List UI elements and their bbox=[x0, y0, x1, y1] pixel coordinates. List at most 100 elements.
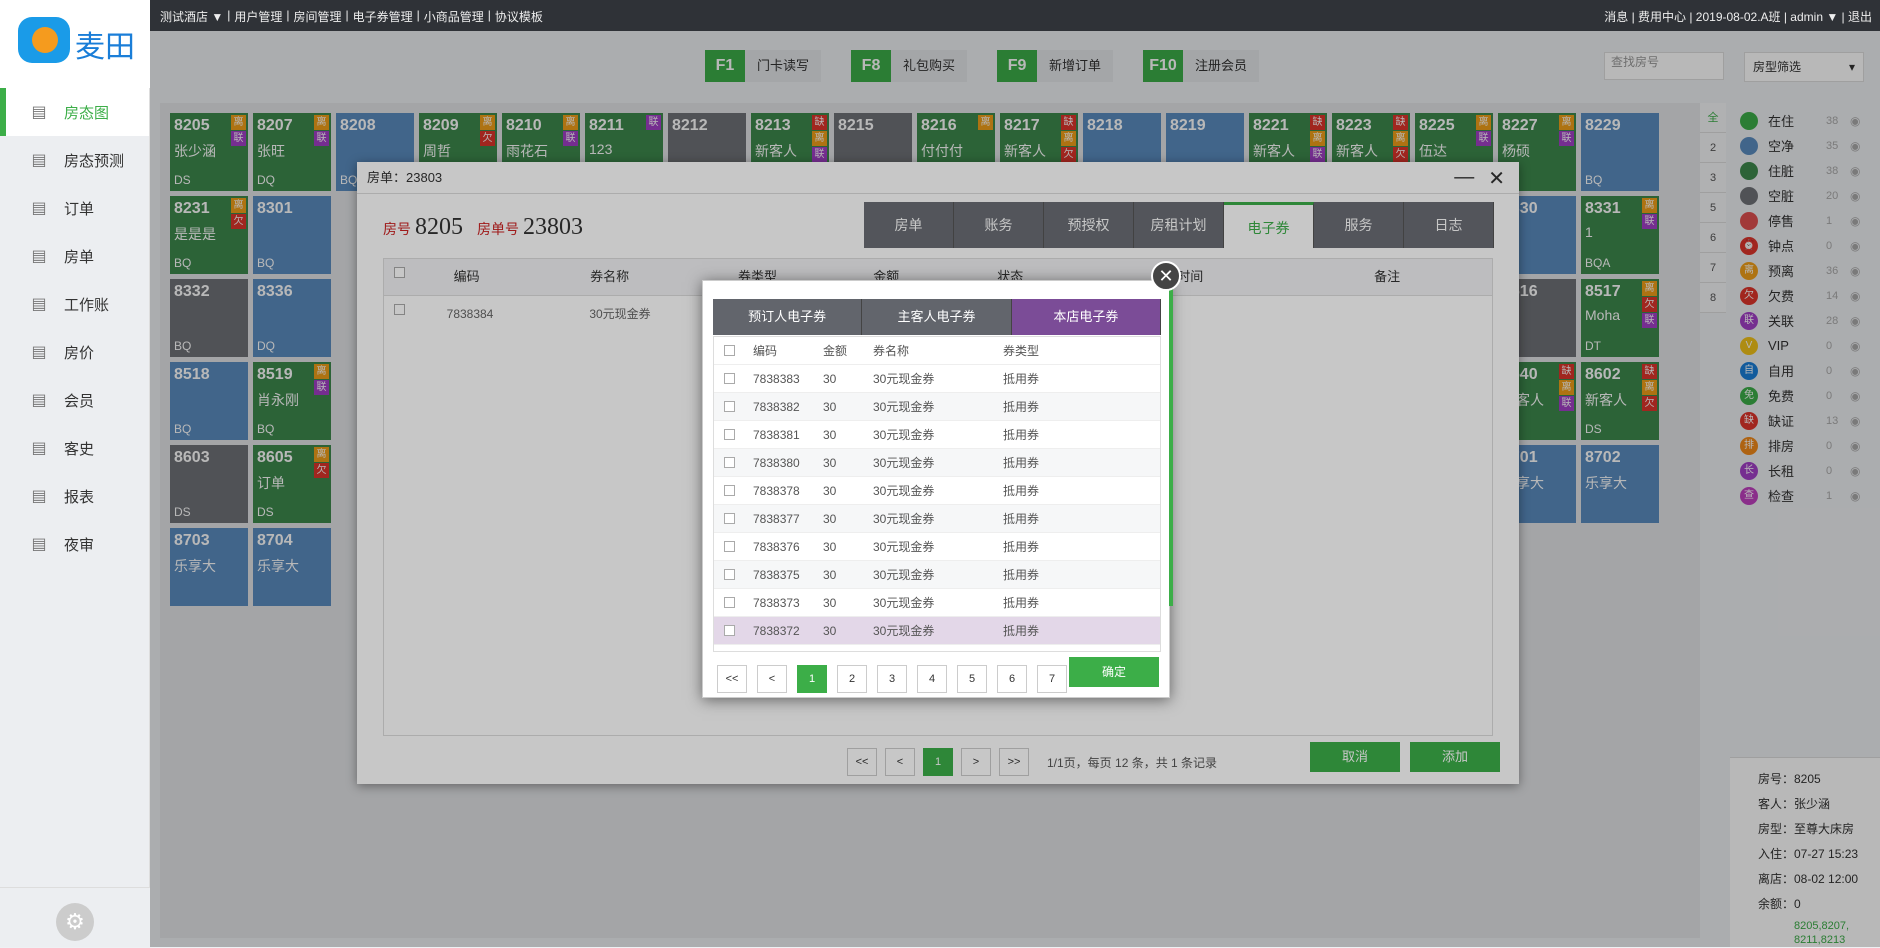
pager-button[interactable]: < bbox=[757, 665, 787, 693]
cell-amount: 30 bbox=[823, 568, 837, 582]
row-checkbox[interactable] bbox=[724, 429, 735, 440]
cell-amount: 30 bbox=[823, 372, 837, 386]
row-checkbox[interactable] bbox=[724, 485, 735, 496]
cell-name: 30元现金券 bbox=[873, 428, 935, 442]
row-checkbox[interactable] bbox=[724, 373, 735, 384]
voucher-row[interactable]: 7838380 30 30元现金券 抵用券 bbox=[714, 449, 1160, 477]
divider: | bbox=[227, 8, 231, 22]
sidebar-item-label: 会员 bbox=[64, 392, 95, 410]
cell-code: 7838372 bbox=[753, 624, 800, 638]
top-nav-item-3[interactable]: 电子券管理 bbox=[353, 8, 413, 25]
cell-name: 30元现金券 bbox=[873, 456, 935, 470]
sidebar-item-1[interactable]: ▤ 房态预测 bbox=[0, 136, 149, 184]
sidebar-item-3[interactable]: ▤ 房单 bbox=[0, 232, 149, 280]
sidebar-item-label: 工作账 bbox=[64, 296, 110, 314]
app-logo: 麦田 bbox=[0, 0, 150, 88]
pager-button[interactable]: 5 bbox=[957, 665, 987, 693]
pager-button[interactable]: 1 bbox=[797, 665, 827, 693]
voucher-row[interactable]: 7838373 30 30元现金券 抵用券 bbox=[714, 589, 1160, 617]
cell-name: 30元现金券 bbox=[873, 540, 935, 554]
top-nav-item-1[interactable]: 用户管理 bbox=[234, 8, 282, 25]
voucher-tab-2[interactable]: 本店电子券 bbox=[1011, 299, 1161, 335]
logo-icon bbox=[18, 17, 70, 63]
voucher-row[interactable]: 7838375 30 30元现金券 抵用券 bbox=[714, 561, 1160, 589]
voucher-pager: << <1 2 3 4 5 6 7 bbox=[717, 665, 1067, 693]
voucher-row[interactable]: 7838376 30 30元现金券 抵用券 bbox=[714, 533, 1160, 561]
pager-button[interactable]: 4 bbox=[917, 665, 947, 693]
cell-amount: 30 bbox=[823, 484, 837, 498]
top-bar: 测试酒店 ▼ | 用户管理 | 房间管理 | 电子券管理 | 小商品管理 | 协议模板 消息 | 费… bbox=[150, 0, 1880, 31]
cell-type: 抵用券 bbox=[1003, 456, 1040, 470]
cell-type: 抵用券 bbox=[1003, 624, 1040, 638]
cell-code: 7838381 bbox=[753, 428, 800, 442]
top-nav-item-0[interactable]: 测试酒店 ▼ bbox=[160, 8, 223, 25]
voucher-tab-0[interactable]: 预订人电子券 bbox=[713, 299, 863, 335]
divider: | bbox=[416, 8, 420, 22]
sidebar-item-7[interactable]: ▤ 客史 bbox=[0, 424, 149, 472]
cell-amount: 30 bbox=[823, 512, 837, 526]
voucher-row[interactable]: 7838378 30 30元现金券 抵用券 bbox=[714, 477, 1160, 505]
cell-code: 7838377 bbox=[753, 512, 800, 526]
sidebar-item-9[interactable]: ▤ 夜审 bbox=[0, 520, 149, 568]
logo-text: 麦田 bbox=[75, 30, 135, 65]
top-nav-item-5[interactable]: 协议模板 bbox=[495, 8, 543, 25]
cell-name: 30元现金券 bbox=[873, 624, 935, 638]
building-icon: ▤ bbox=[31, 104, 47, 121]
sidebar-footer: ⚙ bbox=[0, 887, 150, 947]
sidebar: ▤ 房态图 ▤ 房态预测 ▤ 订单 ▤ 房单 ▤ 工作账 ▤ 房价 ▤ 会员 ▤ 客史 ▤ 报表 ▤ 夜审 ⚙ bbox=[0, 88, 150, 947]
pager-button[interactable]: << bbox=[717, 665, 747, 693]
row-checkbox[interactable] bbox=[724, 597, 735, 608]
row-checkbox[interactable] bbox=[724, 401, 735, 412]
voucher-row[interactable]: 7838382 30 30元现金券 抵用券 bbox=[714, 393, 1160, 421]
sidebar-item-label: 订单 bbox=[64, 200, 95, 218]
voucher-tab-1[interactable]: 主客人电子券 bbox=[862, 299, 1012, 335]
cell-name: 30元现金券 bbox=[873, 372, 935, 386]
gear-icon[interactable]: ⚙ bbox=[56, 903, 94, 941]
cell-name: 30元现金券 bbox=[873, 568, 935, 582]
top-right-menu[interactable]: 消息 | 费用中心 | 2019-08-02.A班 | admin ▼ | 退出 bbox=[1604, 8, 1872, 25]
select-all-checkbox[interactable] bbox=[724, 345, 735, 356]
pager-button[interactable]: 3 bbox=[877, 665, 907, 693]
confirm-button[interactable]: 确定 bbox=[1069, 657, 1159, 687]
voucher-row[interactable]: 7838377 30 30元现金券 抵用券 bbox=[714, 505, 1160, 533]
top-nav-item-2[interactable]: 房间管理 bbox=[293, 8, 341, 25]
cell-amount: 30 bbox=[823, 428, 837, 442]
voucher-row[interactable]: 7838372 30 30元现金券 抵用券 bbox=[714, 617, 1160, 645]
sidebar-item-0[interactable]: ▤ 房态图 bbox=[0, 88, 149, 136]
row-checkbox[interactable] bbox=[724, 457, 735, 468]
sidebar-item-5[interactable]: ▤ 房价 bbox=[0, 328, 149, 376]
cell-type: 抵用券 bbox=[1003, 372, 1040, 386]
row-checkbox[interactable] bbox=[724, 569, 735, 580]
pager-button[interactable]: 6 bbox=[997, 665, 1027, 693]
cell-amount: 30 bbox=[823, 456, 837, 470]
moon-icon: ▤ bbox=[31, 536, 47, 553]
divider: | bbox=[345, 8, 349, 22]
sidebar-item-4[interactable]: ▤ 工作账 bbox=[0, 280, 149, 328]
voucher-row[interactable]: 7838381 30 30元现金券 抵用券 bbox=[714, 421, 1160, 449]
cell-type: 抵用券 bbox=[1003, 512, 1040, 526]
row-checkbox[interactable] bbox=[724, 541, 735, 552]
pager-button[interactable]: 7 bbox=[1037, 665, 1067, 693]
cell-name: 30元现金券 bbox=[873, 484, 935, 498]
member-card-icon: ▤ bbox=[31, 392, 47, 409]
column-header: 券名称 bbox=[873, 344, 910, 358]
row-checkbox[interactable] bbox=[724, 625, 735, 636]
row-checkbox[interactable] bbox=[724, 513, 735, 524]
sidebar-item-6[interactable]: ▤ 会员 bbox=[0, 376, 149, 424]
pager-button[interactable]: 2 bbox=[837, 665, 867, 693]
cell-code: 7838373 bbox=[753, 596, 800, 610]
cell-amount: 30 bbox=[823, 596, 837, 610]
sidebar-item-label: 报表 bbox=[64, 488, 95, 506]
sidebar-item-8[interactable]: ▤ 报表 bbox=[0, 472, 149, 520]
divider: | bbox=[286, 8, 290, 22]
sidebar-item-label: 房态预测 bbox=[64, 152, 125, 170]
order-icon: ▤ bbox=[31, 200, 47, 217]
top-nav-item-4[interactable]: 小商品管理 bbox=[424, 8, 484, 25]
voucher-row[interactable]: 7838383 30 30元现金券 抵用券 bbox=[714, 365, 1160, 393]
close-icon[interactable]: ✕ bbox=[1151, 261, 1181, 291]
ledger-icon: ▤ bbox=[31, 296, 47, 313]
sidebar-item-2[interactable]: ▤ 订单 bbox=[0, 184, 149, 232]
voucher-source-tabs: 预订人电子券 主客人电子券 本店电子券 bbox=[713, 299, 1161, 335]
top-nav: 测试酒店 ▼ | 用户管理 | 房间管理 | 电子券管理 | 小商品管理 | 协议模板 bbox=[160, 8, 543, 25]
cell-code: 7838378 bbox=[753, 484, 800, 498]
